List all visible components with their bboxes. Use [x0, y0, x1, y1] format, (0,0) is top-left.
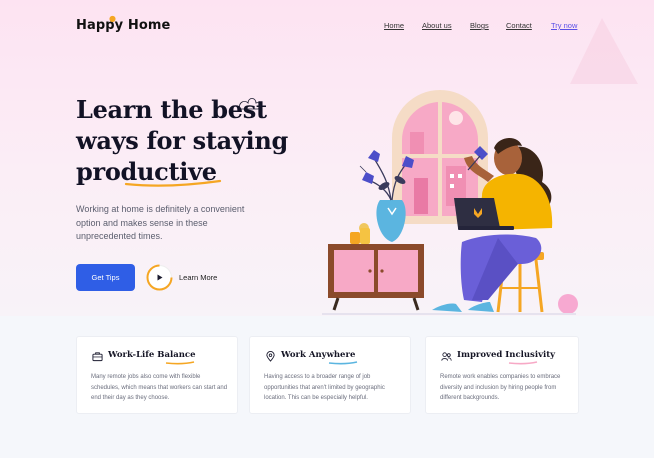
feature-text: Many remote jobs also come with flexible…: [91, 374, 228, 401]
feature-title-underline: [165, 361, 195, 365]
nav-try-now[interactable]: Try now: [551, 21, 577, 30]
briefcase-icon: [92, 352, 103, 362]
headline-line-1: Learn the best: [76, 95, 267, 124]
nav-about[interactable]: About us: [422, 21, 452, 30]
get-tips-button[interactable]: Get Tips: [76, 264, 135, 291]
logo[interactable]: Happy Home ●: [76, 14, 171, 33]
learn-more-link[interactable]: Learn More: [179, 273, 217, 282]
feature-card-inclusivity[interactable]: Improved Inclusivity Remote work enables…: [425, 336, 579, 414]
feature-title-underline: [328, 361, 358, 365]
location-pin-icon: [266, 351, 275, 362]
feature-title-underline: [508, 361, 538, 365]
hero-subtext: Working at home is definitely a convenie…: [76, 204, 245, 241]
feature-title: Improved Inclusivity: [457, 350, 556, 360]
feature-title: Work-Life Balance: [108, 350, 196, 360]
feature-text: Having access to a broader range of job …: [264, 374, 385, 401]
nav-blogs[interactable]: Blogs: [470, 21, 489, 30]
headline-underline: [124, 179, 222, 187]
feature-card-work-anywhere[interactable]: Work Anywhere Having access to a broader…: [249, 336, 411, 414]
logo-text: Happy Home: [76, 18, 171, 33]
people-icon: [441, 352, 452, 361]
logo-dot-icon: ●: [109, 14, 117, 23]
feature-title: Work Anywhere: [281, 350, 356, 360]
nav-home[interactable]: Home: [384, 21, 404, 30]
headline-line-2: ways for staying: [76, 126, 288, 155]
learn-more-play-button[interactable]: [146, 264, 173, 291]
feature-card-work-life[interactable]: Work-Life Balance Many remote jobs also …: [76, 336, 238, 414]
headline-doodle-icon: [239, 98, 261, 110]
play-icon: [146, 264, 173, 291]
nav-contact[interactable]: Contact: [506, 21, 532, 30]
hero-headline: Learn the best ways for staying producti…: [76, 94, 316, 187]
hero-illustration: [322, 90, 578, 315]
feature-text: Remote work enables companies to embrace…: [440, 374, 561, 401]
